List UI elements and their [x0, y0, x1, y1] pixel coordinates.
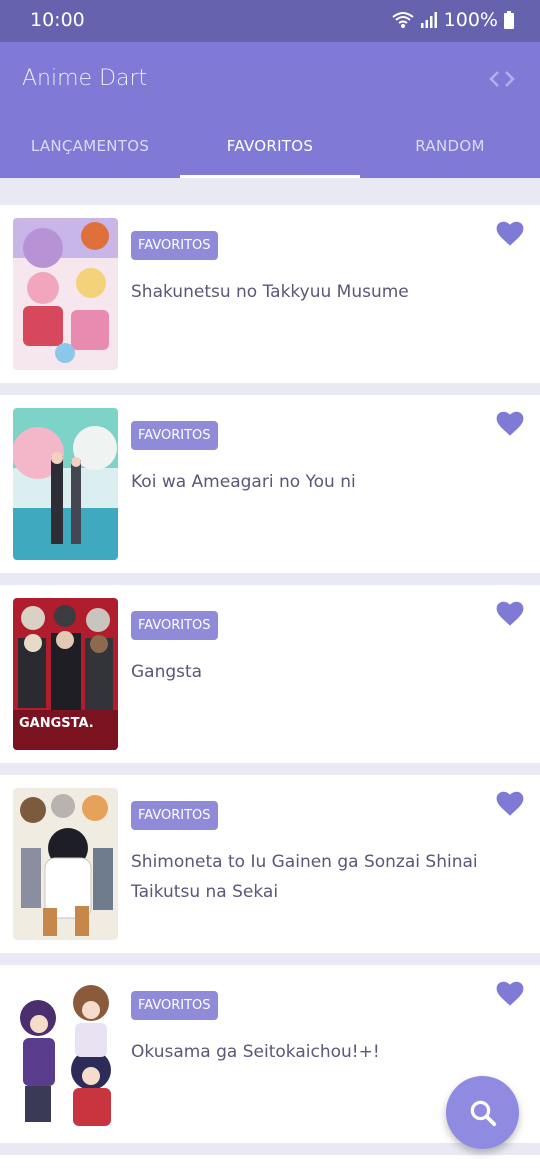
status-time: 10:00	[30, 9, 85, 31]
list-item[interactable]: FAVORITOS Koi wa Ameagari no You ni	[0, 395, 540, 573]
heart-icon[interactable]	[496, 981, 524, 1007]
anime-title[interactable]: Shakunetsu no Takkyuu Musume	[131, 277, 498, 307]
heart-icon[interactable]	[496, 411, 524, 437]
anime-title[interactable]: Shimoneta to Iu Gainen ga Sonzai Shinai …	[131, 847, 498, 907]
anime-poster[interactable]: GANGSTA.	[13, 598, 118, 750]
list-item[interactable]: GANGSTA. FAVORITOS Gangsta	[0, 585, 540, 763]
status-badge: FAVORITOS	[131, 991, 218, 1020]
heart-icon[interactable]	[496, 791, 524, 817]
tab-random[interactable]: RANDOM	[360, 122, 540, 178]
poster-title-text: GANGSTA.	[19, 716, 94, 731]
tab-bar: LANÇAMENTOS FAVORITOS RANDOM	[0, 122, 540, 178]
tab-favoritos[interactable]: FAVORITOS	[180, 122, 360, 178]
code-icon[interactable]	[488, 69, 516, 89]
status-badge: FAVORITOS	[131, 421, 218, 450]
anime-poster[interactable]	[13, 788, 118, 940]
status-badge: FAVORITOS	[131, 231, 218, 260]
status-icons: 100%	[392, 9, 514, 31]
list-item[interactable]: FAVORITOS Shimoneta to Iu Gainen ga Sonz…	[0, 775, 540, 953]
list-item[interactable]	[0, 1155, 540, 1170]
anime-poster[interactable]	[13, 408, 118, 560]
app-bar: Anime Dart LANÇAMENTOS FAVORITOS RANDOM	[0, 42, 540, 178]
wifi-icon	[392, 12, 414, 28]
status-bar: 10:00 100%	[0, 0, 540, 42]
app-title: Anime Dart	[22, 66, 148, 91]
signal-icon	[420, 12, 437, 28]
search-button[interactable]	[446, 1076, 519, 1149]
tab-lancamentos[interactable]: LANÇAMENTOS	[0, 122, 180, 178]
status-badge: FAVORITOS	[131, 611, 218, 640]
heart-icon[interactable]	[496, 221, 524, 247]
anime-poster[interactable]	[13, 978, 118, 1130]
anime-title[interactable]: Gangsta	[131, 657, 498, 687]
anime-poster[interactable]	[13, 218, 118, 370]
heart-icon[interactable]	[496, 601, 524, 627]
anime-title[interactable]: Koi wa Ameagari no You ni	[131, 467, 498, 497]
search-icon	[470, 1100, 496, 1126]
list-item[interactable]: FAVORITOS Shakunetsu no Takkyuu Musume	[0, 205, 540, 383]
battery-icon	[504, 11, 514, 29]
battery-percent: 100%	[443, 9, 498, 31]
status-badge: FAVORITOS	[131, 801, 218, 830]
anime-title[interactable]: Okusama ga Seitokaichou!+!	[131, 1037, 498, 1067]
